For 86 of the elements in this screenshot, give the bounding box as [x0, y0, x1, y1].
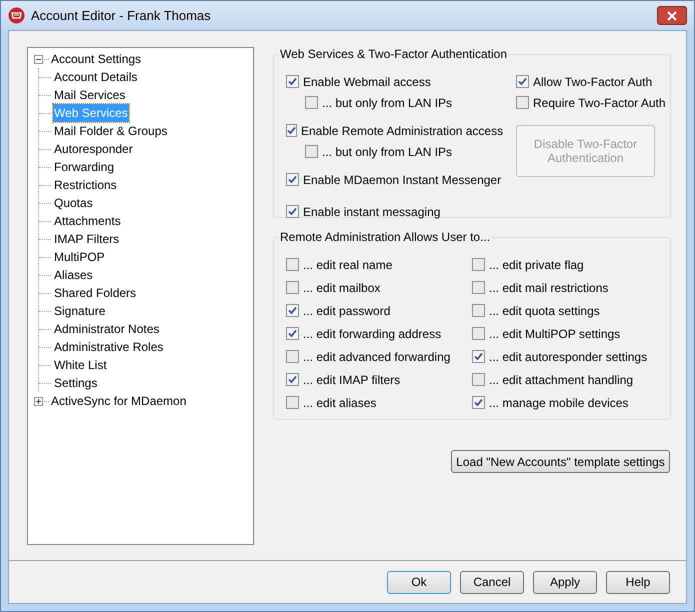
checkbox-label: ... edit aliases: [303, 394, 376, 412]
close-icon: [667, 10, 677, 20]
checkbox[interactable]: [472, 327, 485, 340]
tree-item[interactable]: Forwarding: [53, 158, 116, 176]
checkbox-label: Enable Webmail access: [303, 74, 431, 90]
expand-icon[interactable]: [34, 396, 43, 406]
checkbox-label: ... edit IMAP filters: [303, 372, 400, 388]
tree-item[interactable]: Account Settings: [51, 50, 142, 68]
tree-item[interactable]: Signature: [53, 302, 106, 320]
app-logo-icon: [8, 7, 25, 24]
checkbox[interactable]: [286, 396, 299, 409]
checkbox[interactable]: [472, 304, 485, 317]
tree-item[interactable]: Mail Services: [53, 86, 126, 104]
checkbox[interactable]: [286, 373, 299, 386]
checkbox-label: Enable Remote Administration access: [301, 122, 504, 140]
checkbox-label: ... edit quota settings: [489, 302, 600, 320]
tree-item[interactable]: MultiPOP: [53, 248, 106, 266]
tree-item[interactable]: Quotas: [53, 194, 94, 212]
tree-item[interactable]: Restrictions: [53, 176, 118, 194]
check-icon: [518, 77, 527, 86]
close-button[interactable]: [657, 6, 687, 25]
checkbox-label: ... edit mail restrictions: [489, 280, 608, 296]
check-icon: [288, 375, 297, 384]
dialog-button[interactable]: Ok: [387, 570, 451, 594]
checkbox-label: ... edit mailbox: [303, 280, 380, 296]
window-title: Account Editor - Frank Thomas: [31, 6, 212, 25]
check-icon: [288, 77, 297, 86]
checkbox[interactable]: [286, 304, 299, 317]
checkbox-label: ... edit autoresponder settings: [489, 348, 648, 366]
checkbox[interactable]: [305, 96, 318, 109]
checkbox[interactable]: [286, 124, 297, 137]
check-icon: [288, 207, 297, 216]
tree-item[interactable]: Aliases: [53, 266, 94, 284]
dialog-button[interactable]: Load "New Accounts" template settings: [451, 450, 670, 473]
checkbox[interactable]: [286, 327, 299, 340]
checkbox-label: ... but only from LAN IPs: [322, 94, 452, 112]
checkbox[interactable]: [472, 350, 485, 363]
checkbox-label: Require Two-Factor Auth: [533, 94, 666, 112]
checkbox[interactable]: [286, 281, 299, 294]
dialog-button[interactable]: Help: [606, 570, 670, 594]
checkbox[interactable]: [286, 205, 299, 218]
checkbox-label: ... edit real name: [303, 256, 392, 274]
tree-item[interactable]: Autoresponder: [53, 140, 134, 158]
tree-item[interactable]: White List: [53, 356, 108, 374]
dialog-button[interactable]: Apply: [533, 570, 597, 594]
check-icon: [474, 352, 483, 361]
checkbox-label: ... edit password: [303, 302, 390, 320]
dialog-button[interactable]: Cancel: [460, 570, 524, 594]
checkbox[interactable]: [286, 75, 299, 88]
checkbox[interactable]: [516, 96, 529, 109]
checkbox-label: ... but only from LAN IPs: [322, 144, 452, 160]
checkbox[interactable]: [472, 396, 485, 409]
tree-item[interactable]: Account Details: [53, 68, 138, 86]
checkbox[interactable]: [472, 281, 485, 294]
checkbox-label: ... edit attachment handling: [489, 372, 634, 388]
tree-item[interactable]: Shared Folders: [53, 284, 138, 302]
check-icon: [288, 306, 297, 315]
checkbox-label: ... edit private flag: [489, 256, 584, 274]
tree-item[interactable]: Administrative Roles: [53, 338, 164, 356]
group-title: Web Services & Two-Factor Authentication: [279, 47, 508, 61]
checkbox-label: Enable instant messaging: [303, 204, 440, 220]
group-title: Remote Administration Allows User to...: [279, 230, 492, 244]
checkbox[interactable]: [286, 258, 299, 271]
checkbox-label: ... edit forwarding address: [303, 326, 442, 342]
checkbox-label: ... edit MultiPOP settings: [489, 326, 620, 342]
tree-item[interactable]: Mail Folder & Groups: [53, 122, 168, 140]
tree-item[interactable]: Administrator Notes: [53, 320, 160, 338]
checkbox-label: ... edit advanced forwarding: [303, 348, 450, 366]
checkbox[interactable]: [472, 373, 485, 386]
checkbox[interactable]: [305, 145, 318, 158]
checkbox[interactable]: [516, 75, 529, 88]
checkbox[interactable]: [286, 350, 299, 363]
checkbox-label: Enable MDaemon Instant Messenger: [303, 172, 502, 188]
check-icon: [288, 329, 297, 338]
tree-item[interactable]: ActiveSync for MDaemon: [51, 392, 186, 410]
tree-item[interactable]: Settings: [53, 374, 98, 392]
tree-item[interactable]: Attachments: [53, 212, 122, 230]
check-icon: [288, 175, 297, 184]
checkbox-label: ... manage mobile devices: [489, 394, 628, 412]
collapse-icon[interactable]: [34, 54, 43, 64]
check-icon: [287, 126, 296, 135]
tree-item[interactable]: IMAP Filters: [53, 230, 120, 248]
checkbox[interactable]: [286, 173, 299, 186]
checkbox[interactable]: [472, 258, 485, 271]
checkbox-label: Allow Two-Factor Auth: [533, 74, 652, 90]
check-icon: [474, 398, 483, 407]
